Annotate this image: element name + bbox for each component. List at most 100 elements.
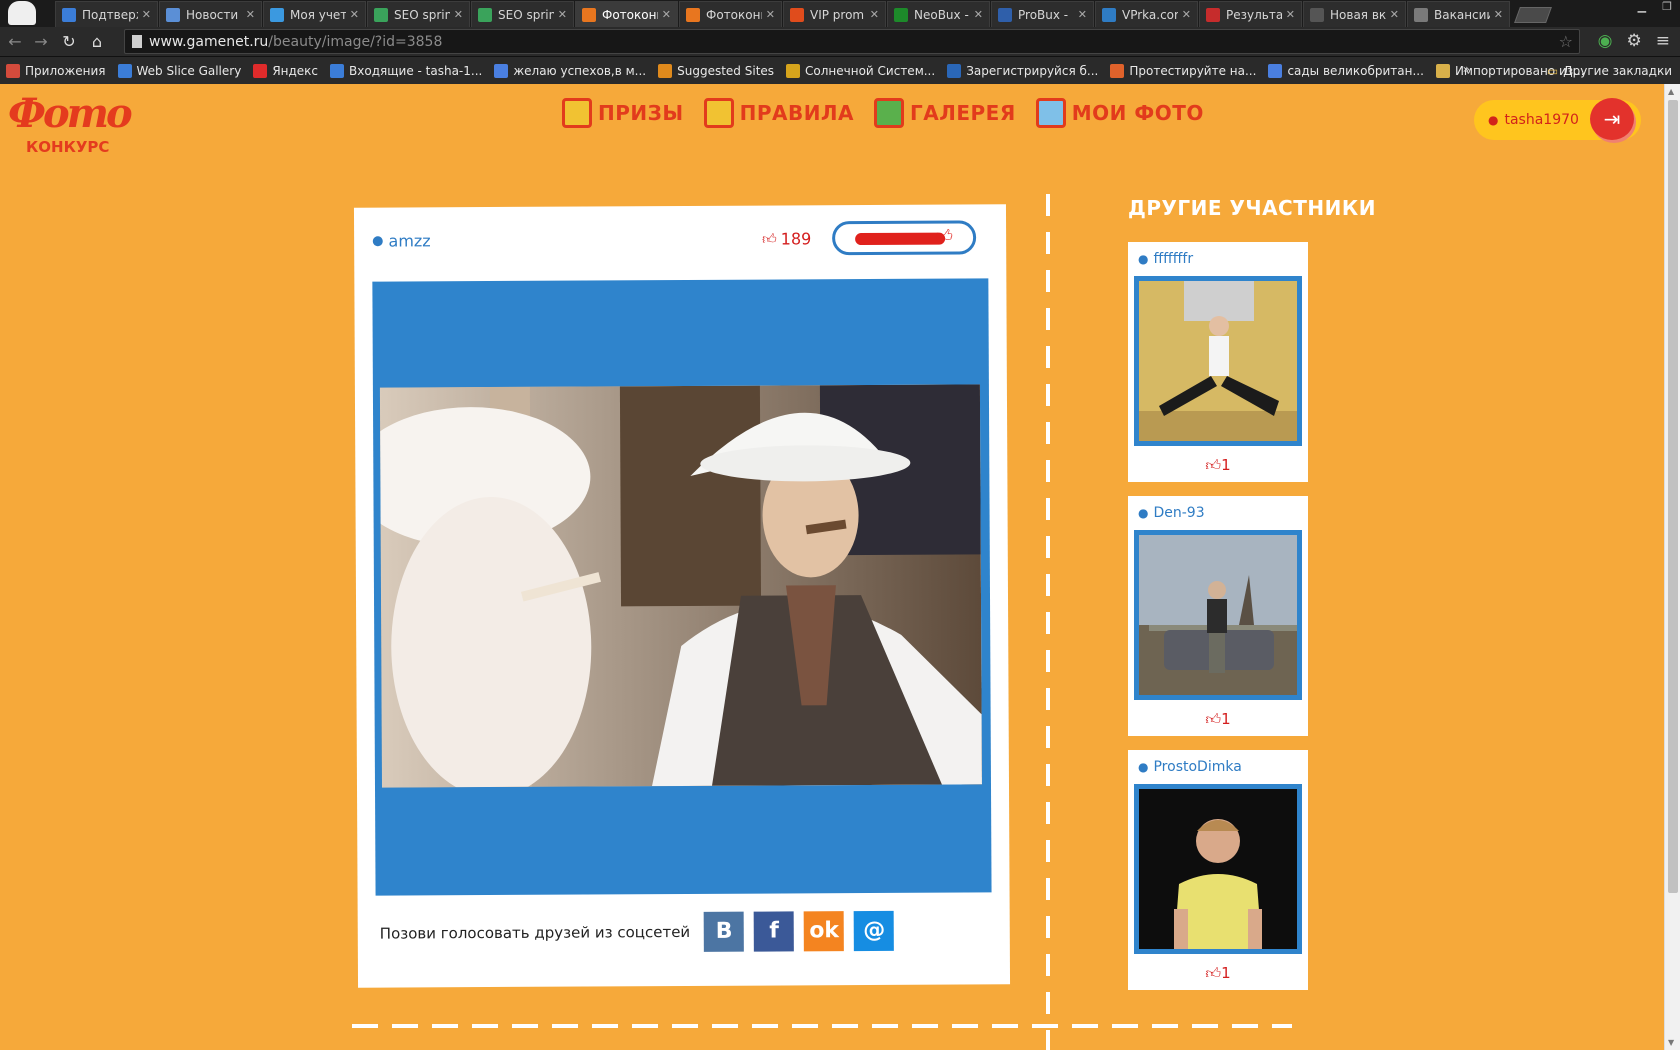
menu-icon[interactable]: ≡ [1656, 31, 1670, 51]
participant-photo[interactable] [1139, 535, 1297, 695]
bookmark-item[interactable]: Солнечной Систем... [786, 63, 935, 78]
browser-tab[interactable]: Результа ✕ [1199, 1, 1302, 27]
participant-card[interactable]: ● ProstoDimka 👍︎1 [1128, 750, 1308, 990]
vertical-divider [1046, 194, 1050, 1050]
browser-tab[interactable]: Новости ✕ [159, 1, 262, 27]
close-icon[interactable]: ✕ [662, 8, 671, 21]
logout-button[interactable]: ⇥ [1590, 98, 1634, 140]
bookmark-star-icon[interactable]: ☆ [1559, 32, 1573, 51]
share-facebook-button[interactable]: f [754, 911, 795, 952]
bookmark-favicon-icon [117, 63, 132, 78]
user-icon: ● [1138, 252, 1149, 266]
close-icon[interactable]: ✕ [558, 8, 567, 21]
share-vk-button[interactable]: В [704, 911, 745, 952]
back-icon[interactable]: ← [4, 31, 26, 53]
bookmark-item[interactable]: желаю успехов,в м... [494, 63, 646, 78]
close-icon[interactable]: ✕ [1390, 8, 1399, 21]
restore-icon[interactable]: ❐ [1662, 0, 1672, 13]
browser-tab[interactable]: VPrka.cor ✕ [1095, 1, 1198, 27]
bookmark-item[interactable]: Протестируйте на... [1110, 63, 1257, 78]
nav-gallery[interactable]: ГАЛЕРЕЯ [874, 98, 1016, 128]
reload-icon[interactable]: ↻ [58, 31, 80, 53]
browser-tab[interactable]: Фотоконк ✕ [575, 1, 678, 27]
close-icon[interactable]: ✕ [246, 8, 255, 21]
browser-tab[interactable]: Подтверж ✕ [55, 1, 158, 27]
browser-tab[interactable]: Вакансии ✕ [1407, 1, 1510, 27]
page-scrollbar[interactable]: ▲ ▼ [1664, 84, 1680, 1050]
home-icon[interactable]: ⌂ [86, 31, 108, 53]
participant-name[interactable]: ● fffffffr [1138, 251, 1193, 267]
bookmark-item[interactable]: Яндекс [253, 63, 319, 78]
participant-photo[interactable] [1139, 789, 1297, 949]
vote-button[interactable]: 👍︎ [832, 220, 977, 256]
tab-title: SEO sprin [498, 7, 554, 22]
other-bookmarks-folder[interactable]: ▭ Другие закладки [1547, 57, 1672, 84]
photo-author[interactable]: ● amzz [372, 231, 431, 250]
contest-photo[interactable] [379, 384, 982, 788]
share-mailru-button[interactable]: @ [854, 910, 895, 952]
bookmark-item[interactable]: Web Slice Gallery [117, 63, 241, 78]
browser-tab[interactable]: SEO sprin ✕ [471, 1, 574, 27]
participant-card[interactable]: ● Den-93 👍︎1 [1128, 496, 1308, 736]
bookmark-label: Яндекс [272, 63, 319, 78]
close-icon[interactable]: ✕ [454, 8, 463, 21]
share-section: Позови голосовать друзей из соцсетей Вf o… [380, 910, 905, 954]
share-odnoklassniki-button[interactable]: ok [804, 911, 845, 952]
thumbs-up-icon: 👍︎ [1205, 710, 1222, 728]
nav-prizes[interactable]: ПРИЗЫ [562, 98, 684, 128]
browser-tab[interactable]: NeoBux - ✕ [887, 1, 990, 27]
bookmark-label: Протестируйте на... [1129, 63, 1257, 78]
address-bar[interactable]: www.gamenet.ru/beauty/image/?id=3858 ☆ [124, 29, 1580, 54]
browser-tab[interactable]: Фотоконк ✕ [679, 1, 782, 27]
close-icon[interactable]: ✕ [1182, 8, 1191, 21]
close-icon[interactable]: ✕ [766, 8, 775, 21]
tab-title: NeoBux - [914, 7, 969, 22]
user-icon: ● [1138, 760, 1149, 774]
page-viewport: Фото КОНКУРС ПРИЗЫ ПРАВИЛА ГАЛЕРЕЯ МОИ Ф… [0, 84, 1664, 1050]
mailru-icon: @ [863, 917, 886, 944]
nav-rules[interactable]: ПРАВИЛА [703, 98, 854, 128]
participant-thumb-frame [1134, 784, 1302, 954]
bookmark-item[interactable]: Входящие - tasha-1... [330, 63, 482, 78]
bookmarks-overflow-icon[interactable]: » [1463, 62, 1470, 76]
browser-tab[interactable]: Новая вклад ✕ [1303, 1, 1406, 27]
minimize-icon[interactable]: ▁ [1638, 0, 1646, 13]
participant-name[interactable]: ● Den-93 [1138, 505, 1205, 521]
logout-icon: ⇥ [1603, 107, 1621, 131]
browser-tab[interactable]: ProBux - ✕ [991, 1, 1094, 27]
browser-tab[interactable]: VIP prom ✕ [783, 1, 886, 27]
scroll-down-icon[interactable]: ▼ [1668, 1038, 1674, 1047]
close-icon[interactable]: ✕ [1286, 8, 1295, 21]
profile-avatar[interactable] [8, 1, 36, 25]
browser-tab[interactable]: SEO sprin ✕ [367, 1, 470, 27]
close-icon[interactable]: ✕ [350, 8, 359, 21]
bookmark-item[interactable]: Зарегистрируйся б... [947, 63, 1098, 78]
scrollbar-thumb[interactable] [1668, 100, 1678, 893]
bookmark-item[interactable]: сады великобритан... [1268, 63, 1424, 78]
close-icon[interactable]: ✕ [1494, 8, 1503, 21]
other-bookmarks-label: Другие закладки [1563, 63, 1672, 78]
close-icon[interactable]: ✕ [870, 8, 879, 21]
close-icon[interactable]: ✕ [142, 8, 151, 21]
browser-tab[interactable]: Моя учет ✕ [263, 1, 366, 27]
vote-count: 👍︎ 189 [762, 229, 811, 248]
user-icon: ● [1138, 506, 1149, 520]
bookmark-item[interactable]: Приложения [6, 63, 106, 78]
participant-votes-value: 1 [1221, 710, 1231, 728]
close-icon[interactable]: ✕ [1078, 8, 1087, 21]
participant-card[interactable]: ● fffffffr 👍︎1 [1128, 242, 1308, 482]
participant-photo[interactable] [1139, 281, 1297, 441]
participant-votes-value: 1 [1221, 964, 1231, 982]
participant-name[interactable]: ● ProstoDimka [1138, 759, 1242, 775]
globe-extension-icon[interactable]: ◉ [1598, 31, 1613, 51]
new-tab-button[interactable] [1514, 7, 1552, 23]
close-icon[interactable]: ✕ [974, 8, 983, 21]
forward-icon[interactable]: → [30, 31, 52, 53]
bookmark-item[interactable]: Suggested Sites [658, 63, 774, 78]
gear-icon[interactable]: ⚙ [1627, 31, 1642, 51]
logo-subtitle: КОНКУРС [26, 138, 110, 156]
site-logo[interactable]: Фото КОНКУРС [8, 90, 133, 156]
scroll-up-icon[interactable]: ▲ [1668, 87, 1674, 96]
tab-title: ProBux - [1018, 7, 1069, 22]
nav-my-photos[interactable]: МОИ ФОТО [1035, 98, 1204, 128]
